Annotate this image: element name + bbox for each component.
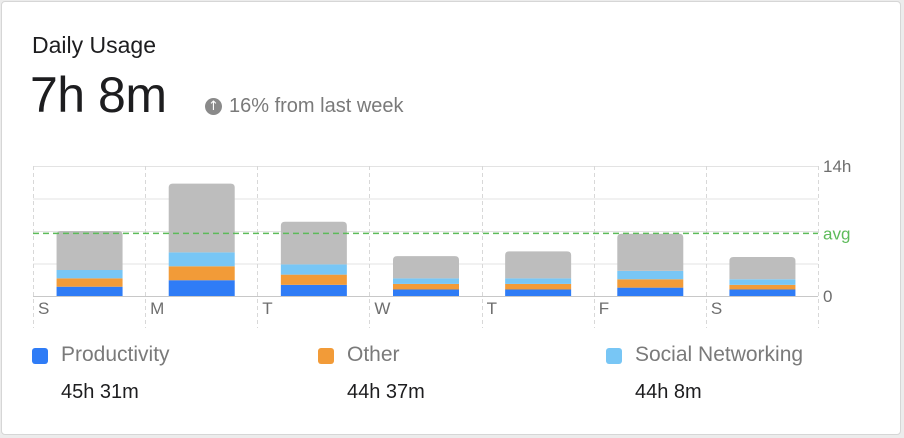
bar-segment-social-networking <box>505 278 572 284</box>
legend-swatch-other <box>318 348 334 364</box>
arrow-up-circle-icon: ↑ <box>205 98 222 115</box>
x-tick-label: W <box>374 299 390 318</box>
bar-segment-social-networking <box>393 278 459 284</box>
legend-name-productivity: Productivity <box>61 343 170 366</box>
legend-value-productivity: 45h 31m <box>61 381 139 403</box>
total-usage: 7h 8m <box>30 67 167 123</box>
legend-name-other: Other <box>347 343 400 366</box>
legend-value-social-networking: 44h 8m <box>635 381 702 403</box>
x-tick-label: S <box>711 299 722 318</box>
bar-segment-other <box>617 279 684 288</box>
bar-segment-remaining <box>393 256 459 279</box>
bar-segment-other <box>729 284 796 290</box>
trend-text: 16% from last week <box>229 95 404 117</box>
y-tick-label: 14h <box>823 157 851 176</box>
legend-swatch-social-networking <box>606 348 622 364</box>
usage-bar-chart: S M T W T F S 14h avg 0 <box>33 157 851 328</box>
bar-segment-other <box>168 266 235 281</box>
bar-segment-other <box>393 283 459 290</box>
bar-segment-remaining <box>729 257 796 280</box>
x-tick-label: T <box>487 299 497 318</box>
bar-segment-social-networking <box>56 270 123 279</box>
bar-segment-remaining <box>168 183 235 253</box>
bar-segment-remaining <box>505 251 572 279</box>
daily-usage-card: Daily Usage 7h 8m ↑ 16% from last week S… <box>1 1 901 435</box>
bar-segment-remaining <box>617 233 684 271</box>
bar-segment-productivity <box>56 286 123 296</box>
y-tick-label: 0 <box>823 287 832 306</box>
bar-segment-social-networking <box>729 279 796 285</box>
weekly-trend: ↑ 16% from last week <box>205 95 404 118</box>
x-tick-label: F <box>599 299 609 318</box>
legend-value-other: 44h 37m <box>347 381 425 403</box>
bar-segment-social-networking <box>168 252 235 267</box>
bar-segment-other <box>505 283 572 290</box>
bar-segment-social-networking <box>617 270 684 280</box>
bar-segment-productivity <box>168 280 235 296</box>
bar-segment-productivity <box>280 284 347 296</box>
bar-segment-social-networking <box>280 264 347 275</box>
bar-segment-productivity <box>617 287 684 296</box>
bar-segment-remaining <box>56 231 123 270</box>
x-tick-label: M <box>150 299 164 318</box>
bar-segment-productivity <box>505 289 572 296</box>
bar-segment-other <box>280 274 347 285</box>
x-tick-label: T <box>262 299 272 318</box>
y-tick-label: avg <box>823 224 850 243</box>
legend-name-social-networking: Social Networking <box>635 343 804 366</box>
bar-segment-remaining <box>280 221 347 265</box>
x-tick-label: S <box>38 299 49 318</box>
bar-segment-other <box>56 278 123 287</box>
legend-swatch-productivity <box>32 348 48 364</box>
bar-segment-productivity <box>729 289 796 296</box>
bar-segment-productivity <box>393 289 459 296</box>
card-title: Daily Usage <box>32 32 156 58</box>
